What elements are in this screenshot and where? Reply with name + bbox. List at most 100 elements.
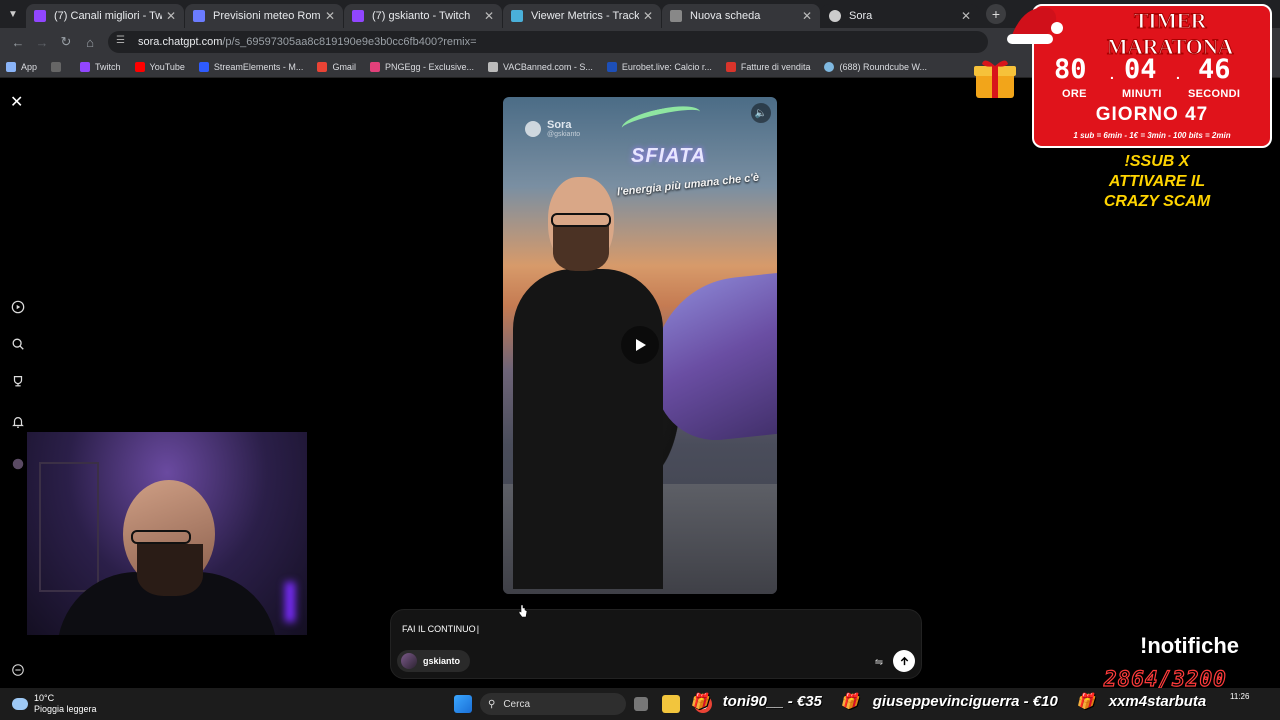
tab-4[interactable]: Nuova scheda ✕ bbox=[662, 4, 820, 28]
more-icon[interactable] bbox=[8, 660, 28, 680]
bookmark-grid[interactable] bbox=[51, 61, 66, 72]
twitch-icon bbox=[352, 10, 364, 22]
video-title: SFIATA bbox=[631, 145, 707, 167]
mouse-pointer-icon bbox=[518, 604, 528, 618]
close-icon[interactable]: ✕ bbox=[802, 9, 812, 23]
timer-separator: . bbox=[1176, 66, 1180, 82]
timer-rules: 1 sub = 6min - 1€ = 3min - 100 bits = 2m… bbox=[1073, 131, 1231, 140]
tab-0[interactable]: (7) Canali migliori - Twitch ✕ bbox=[26, 4, 184, 28]
close-icon[interactable]: ✕ bbox=[643, 9, 653, 23]
windows-start-icon[interactable] bbox=[454, 695, 472, 713]
bookmark-label: PNGEgg - Exclusive... bbox=[384, 61, 474, 72]
scam-command-text: !SSUB X ATTIVARE IL CRAZY SCAM bbox=[1070, 152, 1244, 212]
task-view-icon[interactable] bbox=[634, 697, 648, 711]
user-chip[interactable]: gskianto bbox=[397, 650, 471, 672]
timer-minutes-label: MINUTI bbox=[1122, 88, 1162, 100]
bookmark-label: Eurobet.live: Calcio r... bbox=[621, 61, 712, 72]
tab-3[interactable]: Viewer Metrics - Tracking ✕ bbox=[503, 4, 661, 28]
newtab-icon bbox=[670, 10, 682, 22]
webcam-overlay bbox=[27, 432, 307, 635]
send-button[interactable] bbox=[893, 650, 915, 672]
video-watermark: Sora @gskianto bbox=[525, 119, 580, 138]
bookmark-label: App bbox=[21, 61, 38, 72]
scam-line: !SSUB X bbox=[1124, 153, 1190, 170]
trophy-icon[interactable] bbox=[8, 371, 28, 391]
tab-1[interactable]: Previsioni meteo Rome, Latium ✕ bbox=[185, 4, 343, 28]
weather-icon bbox=[193, 10, 205, 22]
timer-day: GIORNO 47 bbox=[1095, 104, 1209, 125]
forward-icon[interactable]: → bbox=[30, 30, 54, 54]
new-tab-button[interactable]: + bbox=[986, 4, 1006, 24]
site-info-icon[interactable]: ☰ bbox=[116, 35, 130, 49]
remix-prompt-box[interactable]: FAI IL CONTINUO gskianto ⇋ bbox=[390, 609, 922, 679]
twitch-icon bbox=[80, 61, 91, 72]
reload-icon[interactable]: ↻ bbox=[54, 30, 78, 54]
close-icon[interactable]: ✕ bbox=[10, 92, 23, 112]
bookmark-label: Gmail bbox=[332, 61, 356, 72]
bookmark-label: Twitch bbox=[95, 61, 121, 72]
bookmark-gmail[interactable]: Gmail bbox=[317, 61, 356, 72]
scam-line: ATTIVARE IL bbox=[1108, 173, 1206, 190]
profile-avatar[interactable] bbox=[8, 454, 28, 474]
prompt-input[interactable]: FAI IL CONTINUO bbox=[402, 624, 479, 634]
bookmark-roundcube[interactable]: (688) Roundcube W... bbox=[824, 61, 927, 72]
grid-icon bbox=[51, 61, 62, 72]
bookmark-pngegg[interactable]: PNGEgg - Exclusive... bbox=[369, 61, 474, 72]
timer-title: TIMER MARATONA bbox=[1107, 8, 1234, 60]
taskbar-clock[interactable]: 11:26 bbox=[1230, 692, 1249, 701]
cloud-rain-icon bbox=[12, 698, 28, 710]
bookmark-streamelements[interactable]: StreamElements - M... bbox=[198, 61, 303, 72]
close-icon[interactable]: ✕ bbox=[484, 9, 494, 23]
tab-label: Previsioni meteo Rome, Latium bbox=[213, 10, 321, 22]
weather-widget[interactable]: 10°C Pioggia leggera bbox=[12, 693, 97, 715]
bookmark-label: VACBanned.com - S... bbox=[502, 61, 593, 72]
video-swoosh bbox=[619, 100, 703, 140]
bookmark-twitch[interactable]: Twitch bbox=[80, 61, 121, 72]
url-host: sora.chatgpt.com bbox=[138, 36, 223, 48]
close-icon[interactable]: ✕ bbox=[166, 9, 176, 23]
file-explorer-icon[interactable] bbox=[662, 695, 680, 713]
search-icon: ⚲ bbox=[488, 698, 496, 710]
volume-icon[interactable]: 🔈 bbox=[751, 103, 771, 123]
bookmark-apps[interactable]: App bbox=[6, 61, 38, 72]
tab-5[interactable]: Sora ✕ bbox=[821, 4, 979, 28]
bookmark-youtube[interactable]: YouTube bbox=[134, 61, 185, 72]
vacbanned-icon bbox=[487, 61, 498, 72]
notifiche-command: !notifiche bbox=[1140, 633, 1239, 658]
home-icon[interactable]: ⌂ bbox=[78, 30, 102, 54]
metrics-icon bbox=[511, 10, 523, 22]
pngegg-icon bbox=[369, 61, 380, 72]
bookmark-eurobet[interactable]: Eurobet.live: Calcio r... bbox=[606, 61, 712, 72]
search-icon[interactable] bbox=[8, 334, 28, 354]
close-icon[interactable]: ✕ bbox=[961, 9, 971, 23]
roundcube-icon bbox=[824, 61, 835, 72]
url-field[interactable]: ☰ sora.chatgpt.com/p/s_69597305aa8c81919… bbox=[108, 31, 988, 53]
santa-hat-icon bbox=[1007, 7, 1063, 44]
bookmark-vacbanned[interactable]: VACBanned.com - S... bbox=[487, 61, 593, 72]
timer-seconds-label: SECONDI bbox=[1188, 88, 1241, 100]
play-button[interactable] bbox=[621, 326, 659, 364]
back-icon[interactable]: ← bbox=[6, 30, 30, 54]
timer-seconds: 46 bbox=[1198, 54, 1231, 85]
username-label: gskianto bbox=[423, 656, 461, 666]
close-icon[interactable]: ✕ bbox=[325, 9, 335, 23]
scam-line: CRAZY SCAM bbox=[1103, 193, 1211, 210]
ticker-item: giuseppevinciguerra - €10 bbox=[872, 693, 1058, 710]
tab-2[interactable]: (7) gskianto - Twitch ✕ bbox=[344, 4, 502, 28]
bell-icon[interactable] bbox=[8, 412, 28, 432]
timer-separator: . bbox=[1110, 66, 1114, 82]
arrow-up-icon bbox=[900, 656, 908, 665]
settings-sliders-icon[interactable]: ⇋ bbox=[871, 654, 887, 670]
taskbar-search[interactable]: ⚲ Cerca bbox=[480, 693, 626, 715]
sora-icon bbox=[829, 10, 841, 22]
bookmark-fatture[interactable]: Fatture di vendita bbox=[725, 61, 810, 72]
ticker-item: xxm4starbuta bbox=[1108, 693, 1207, 710]
video-person bbox=[513, 177, 663, 594]
timer-hours: 80 bbox=[1054, 54, 1087, 85]
youtube-icon bbox=[134, 61, 145, 72]
tab-search-menu[interactable]: ▼ bbox=[0, 0, 26, 28]
video-player[interactable]: Sora @gskianto SFIATA l'energia più umana… bbox=[503, 97, 777, 594]
sora-logo-icon bbox=[525, 120, 541, 137]
play-nav-icon[interactable] bbox=[8, 297, 28, 317]
url-path: /p/s_69597305aa8c819190e9e3b0cc6fb400?re… bbox=[222, 36, 477, 48]
